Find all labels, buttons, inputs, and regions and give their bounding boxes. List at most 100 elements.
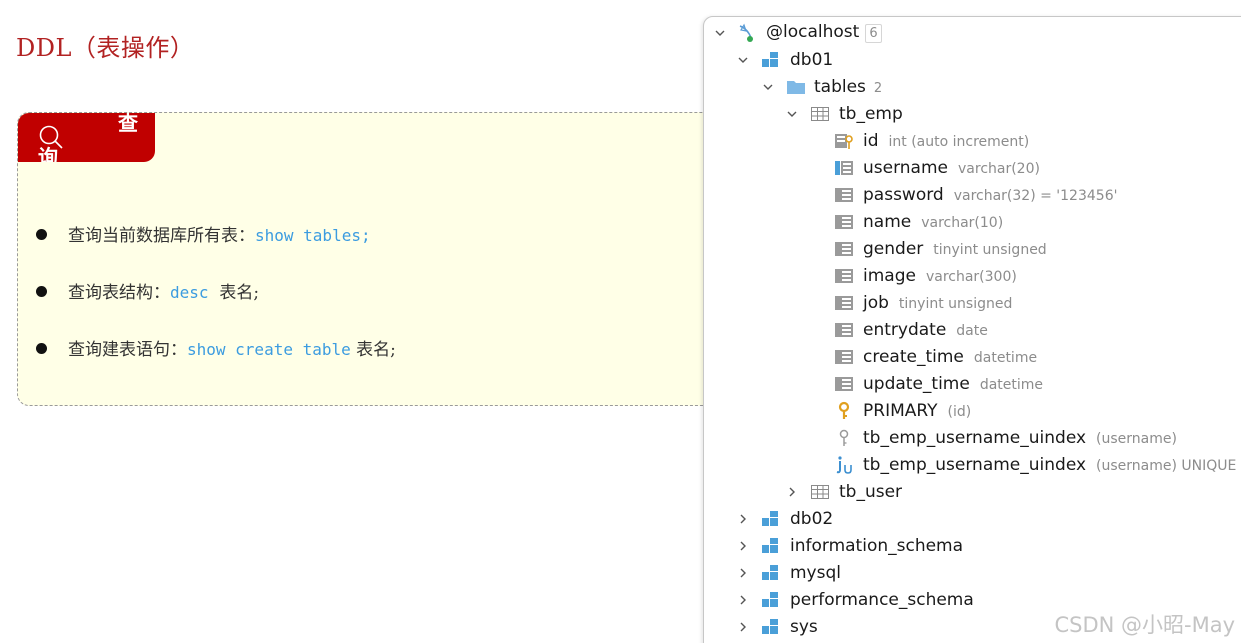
column-type: varchar(20) bbox=[958, 160, 1040, 177]
tree-node-column[interactable]: image varchar(300) bbox=[704, 262, 1241, 289]
column-type: varchar(32) = '123456' bbox=[953, 187, 1118, 204]
column-icon bbox=[835, 295, 853, 310]
node-label: db02 bbox=[790, 508, 834, 529]
bullet-dot-icon bbox=[36, 286, 47, 297]
column-icon bbox=[835, 241, 853, 256]
column-name: password bbox=[863, 184, 944, 205]
column-name: image bbox=[863, 265, 916, 286]
info-callout: 查询 查询当前数据库所有表：show tables; 查询表结构：desc 表名… bbox=[17, 112, 717, 406]
chevron-down-icon[interactable] bbox=[762, 81, 774, 93]
database-icon bbox=[762, 564, 778, 580]
tree-node-tb-emp[interactable]: tb_emp bbox=[704, 100, 1241, 127]
page-title: DDL（表操作） bbox=[16, 34, 195, 62]
column-icon bbox=[835, 322, 853, 337]
database-icon bbox=[762, 510, 778, 526]
tree-node-database[interactable]: information_schema bbox=[704, 532, 1241, 559]
tree-node-db01[interactable]: db01 bbox=[704, 46, 1241, 73]
column-name: gender bbox=[863, 238, 924, 259]
tree-node-unique-index[interactable]: tb_emp_username_uindex (username) UNIQUE bbox=[704, 451, 1241, 478]
column-name: job bbox=[863, 292, 889, 313]
node-label: tb_emp_username_uindex bbox=[863, 427, 1087, 448]
chevron-down-icon[interactable] bbox=[714, 27, 726, 39]
node-label: tb_emp bbox=[839, 103, 903, 124]
column-icon bbox=[835, 214, 853, 229]
count-badge: 2 bbox=[873, 80, 883, 96]
column-name: create_time bbox=[863, 346, 964, 367]
column-icon bbox=[835, 349, 853, 364]
node-label: PRIMARY bbox=[863, 400, 938, 421]
database-icon bbox=[762, 537, 778, 553]
column-type: datetime bbox=[979, 376, 1044, 393]
tree-node-column[interactable]: gender tinyint unsigned bbox=[704, 235, 1241, 262]
column-icon bbox=[835, 376, 853, 391]
bullet-suffix: 表名; bbox=[219, 283, 260, 303]
bullet-text: 查询当前数据库所有表： bbox=[68, 226, 255, 246]
node-meta: (username) UNIQUE bbox=[1096, 457, 1237, 474]
tree-node-column[interactable]: name varchar(10) bbox=[704, 208, 1241, 235]
watermark: CSDN @小昭-May bbox=[1054, 613, 1235, 637]
chevron-right-icon[interactable] bbox=[737, 540, 749, 552]
node-label: mysql bbox=[790, 562, 841, 583]
column-type: date bbox=[956, 322, 988, 339]
tree-node-database[interactable]: mysql bbox=[704, 559, 1241, 586]
column-name: entrydate bbox=[863, 319, 947, 340]
code-snippet: show tables; bbox=[255, 226, 371, 245]
tree-node-column[interactable]: id int (auto increment) bbox=[704, 127, 1241, 154]
node-label: @localhost bbox=[766, 22, 860, 42]
node-meta: (id) bbox=[947, 403, 972, 420]
bullet-text: 查询表结构： bbox=[68, 283, 170, 303]
tree-node-column[interactable]: create_time datetime bbox=[704, 343, 1241, 370]
unique-index-icon bbox=[836, 455, 852, 474]
database-icon bbox=[762, 618, 778, 634]
chevron-right-icon[interactable] bbox=[737, 513, 749, 525]
chevron-right-icon[interactable] bbox=[737, 594, 749, 606]
tree-node-database[interactable]: db02 bbox=[704, 505, 1241, 532]
chevron-down-icon[interactable] bbox=[737, 54, 749, 66]
node-label: performance_schema bbox=[790, 589, 974, 610]
tree-node-column[interactable]: job tinyint unsigned bbox=[704, 289, 1241, 316]
database-icon bbox=[762, 591, 778, 607]
database-icon bbox=[762, 51, 778, 67]
tree-node-tb-user[interactable]: tb_user bbox=[704, 478, 1241, 505]
chevron-down-icon[interactable] bbox=[786, 108, 798, 120]
callout-tag: 查询 bbox=[18, 113, 155, 162]
index-key-icon bbox=[839, 429, 849, 446]
tree-node-column[interactable]: password varchar(32) = '123456' bbox=[704, 181, 1241, 208]
primary-key-icon bbox=[838, 401, 850, 419]
key-column-icon bbox=[835, 133, 853, 149]
node-label: information_schema bbox=[790, 535, 964, 556]
tree-node-column[interactable]: entrydate date bbox=[704, 316, 1241, 343]
folder-icon bbox=[787, 80, 805, 94]
chevron-right-icon[interactable] bbox=[786, 486, 798, 498]
column-name: username bbox=[863, 157, 948, 178]
node-label: sys bbox=[790, 616, 818, 637]
column-type: datetime bbox=[973, 349, 1038, 366]
tree-node-primary-key[interactable]: PRIMARY (id) bbox=[704, 397, 1241, 424]
tree-node-tables[interactable]: tables 2 bbox=[704, 73, 1241, 100]
column-type: tinyint unsigned bbox=[933, 241, 1047, 258]
tree-node-index[interactable]: tb_emp_username_uindex (username) bbox=[704, 424, 1241, 451]
tree-node-localhost[interactable]: @localhost 6 bbox=[704, 19, 1241, 46]
bullet-dot-icon bbox=[36, 229, 47, 240]
bullet-dot-icon bbox=[36, 343, 47, 354]
code-snippet: desc bbox=[170, 283, 209, 302]
table-icon bbox=[811, 106, 829, 121]
chevron-right-icon[interactable] bbox=[737, 621, 749, 633]
node-label: tb_user bbox=[839, 481, 903, 502]
count-badge: 6 bbox=[865, 24, 882, 43]
node-label: db01 bbox=[790, 49, 834, 70]
table-icon bbox=[811, 484, 829, 499]
column-type: varchar(10) bbox=[921, 214, 1004, 231]
datasource-icon bbox=[739, 23, 753, 42]
column-icon bbox=[835, 268, 853, 283]
bullet-text: 查询建表语句： bbox=[68, 340, 187, 360]
column-name: update_time bbox=[863, 373, 970, 394]
callout-tag-label: 查询 bbox=[38, 113, 138, 162]
tree-node-column[interactable]: update_time datetime bbox=[704, 370, 1241, 397]
bullet-suffix: 表名; bbox=[356, 340, 396, 360]
column-type: int (auto increment) bbox=[888, 133, 1030, 150]
chevron-right-icon[interactable] bbox=[737, 567, 749, 579]
node-meta: (username) bbox=[1096, 430, 1177, 447]
node-label: tb_emp_username_uindex bbox=[863, 454, 1087, 475]
tree-node-column[interactable]: username varchar(20) bbox=[704, 154, 1241, 181]
